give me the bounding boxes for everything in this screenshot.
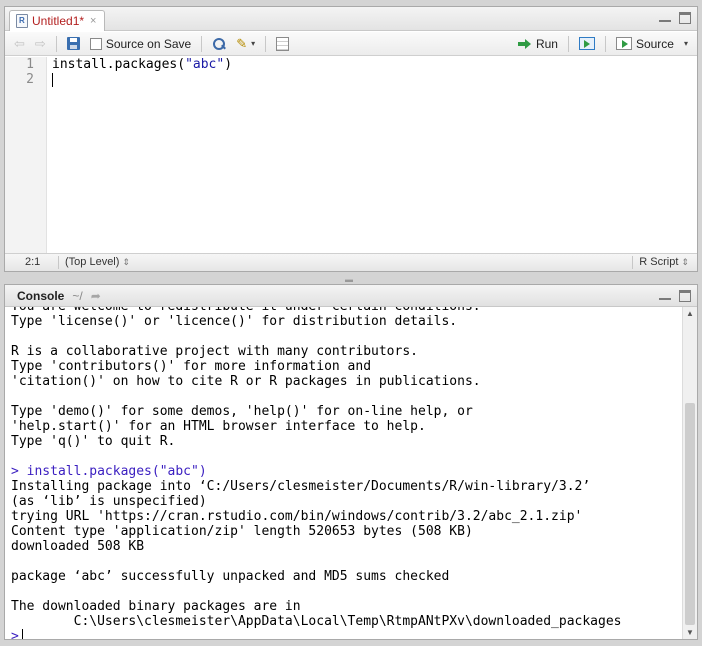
line-number: 1	[26, 57, 34, 72]
scope-selector[interactable]: (Top Level) ⇕	[65, 256, 130, 268]
console-line: Installing package into ‘C:/Users/clesme…	[11, 479, 591, 494]
magic-wand-icon: ✎	[236, 35, 248, 51]
source-on-save-label: Source on Save	[105, 36, 192, 51]
rerun-button[interactable]	[576, 34, 598, 54]
code-line[interactable]: install.packages("abc")	[52, 57, 232, 72]
toolbar-divider	[265, 35, 267, 52]
console-scrollbar[interactable]: ▲ ▼	[682, 307, 697, 639]
chevron-down-icon: ▾	[251, 39, 256, 48]
console-line: 'help.start()' for an HTML browser inter…	[11, 419, 426, 434]
console-line: R is a collaborative project with many c…	[11, 344, 418, 359]
save-icon	[66, 37, 80, 50]
console-command-line: > install.packages("abc")	[11, 464, 207, 479]
console-line: Type 'demo()' for some demos, 'help()' f…	[11, 404, 473, 419]
compile-notebook-button[interactable]	[273, 34, 292, 54]
cursor-position: 2:1	[25, 256, 41, 268]
console-line: The downloaded binary packages are in	[11, 599, 301, 614]
line-number: 2	[26, 72, 34, 87]
code-tools-button[interactable]: ✎ ▾	[233, 34, 258, 54]
scroll-up-icon[interactable]: ▲	[686, 309, 694, 318]
scroll-thumb[interactable]	[685, 403, 695, 625]
toolbar-divider	[604, 35, 606, 52]
go-to-directory-icon[interactable]: ➦	[91, 289, 101, 303]
console-line: 'citation()' on how to cite R or R packa…	[11, 374, 481, 389]
editor-tab-bar: Untitled1* ×	[5, 7, 697, 31]
maximize-icon[interactable]	[677, 11, 693, 25]
scroll-down-icon[interactable]: ▼	[686, 628, 694, 637]
file-type-selector[interactable]: R Script ⇕	[639, 256, 689, 268]
console-line: trying URL 'https://cran.rstudio.com/bin…	[11, 509, 583, 524]
updown-icon: ⇕	[122, 257, 131, 267]
source-on-save-checkbox[interactable]	[89, 37, 102, 50]
console-line: downloaded 508 KB	[11, 539, 145, 554]
console-line: Type 'license()' or 'licence()' for dist…	[11, 314, 458, 329]
back-arrow-icon[interactable]: ⇦	[11, 34, 28, 54]
toolbar-divider	[567, 35, 569, 52]
editor-toolbar: ⇦ ⇨ Source on Save ✎ ▾ Run Source ▾	[5, 32, 697, 56]
find-replace-button[interactable]	[209, 34, 229, 54]
string-literal: "abc"	[185, 57, 225, 72]
updown-icon: ⇕	[681, 257, 689, 267]
save-button[interactable]	[64, 34, 83, 54]
console-line: Type 'contributors()' for more informati…	[11, 359, 372, 374]
editor-status-bar: 2:1 (Top Level) ⇕ R Script ⇕	[5, 253, 697, 271]
console-prompt-line[interactable]: >	[11, 629, 621, 639]
console-window-controls	[657, 289, 693, 303]
source-button[interactable]: Source	[613, 34, 677, 54]
toolbar-divider	[201, 35, 203, 52]
console-line: (as ‘lib’ is unspecified)	[11, 494, 207, 509]
source-label: Source	[635, 36, 674, 51]
source-dropdown-chevron-icon[interactable]: ▾	[681, 34, 691, 54]
forward-arrow-icon[interactable]: ⇨	[32, 34, 49, 54]
console-header: Console ~/ ➦	[5, 285, 697, 307]
console-line: Type 'q()' to quit R.	[11, 434, 176, 449]
console-prompt: >	[11, 629, 19, 639]
console-line: You are welcome to redistribute it under…	[11, 307, 621, 314]
tab-untitled1[interactable]: Untitled1* ×	[9, 10, 106, 31]
source-editor-pane: Untitled1* × ⇦ ⇨ Source on Save ✎ ▾ Run	[4, 6, 698, 272]
run-button[interactable]: Run	[515, 34, 561, 54]
notebook-icon	[276, 36, 290, 51]
tab-title: Untitled1*	[32, 14, 85, 28]
r-file-icon	[16, 14, 28, 28]
search-icon	[212, 37, 226, 51]
console-line: package ‘abc’ successfully unpacked and …	[11, 569, 450, 584]
console-line: C:\Users\clesmeister\AppData\Local\Temp\…	[11, 614, 622, 629]
run-icon	[517, 38, 532, 50]
console-line: Content type 'application/zip' length 52…	[11, 524, 473, 539]
maximize-icon[interactable]	[677, 289, 693, 303]
text-cursor	[21, 629, 23, 639]
working-directory: ~/	[72, 288, 83, 303]
minimize-icon[interactable]	[657, 289, 673, 303]
console-text: You are welcome to redistribute it under…	[11, 307, 621, 639]
minimize-icon[interactable]	[657, 11, 673, 25]
console-pane: Console ~/ ➦ You are welcome to redistri…	[4, 284, 698, 640]
console-title: Console	[17, 288, 65, 303]
code-editor[interactable]: 1 2 install.packages("abc")	[5, 57, 697, 253]
rerun-icon	[578, 37, 595, 50]
close-icon[interactable]: ×	[90, 15, 96, 27]
text-cursor	[52, 73, 53, 87]
source-on-save-toggle[interactable]: Source on Save	[87, 34, 194, 54]
console-output[interactable]: You are welcome to redistribute it under…	[5, 307, 682, 639]
pane-splitter-handle[interactable]: ▬	[345, 275, 353, 284]
toolbar-divider	[55, 35, 57, 52]
editor-window-controls	[657, 11, 693, 25]
source-icon	[615, 37, 632, 50]
run-label: Run	[535, 36, 558, 51]
line-number-gutter: 1 2	[5, 57, 47, 253]
